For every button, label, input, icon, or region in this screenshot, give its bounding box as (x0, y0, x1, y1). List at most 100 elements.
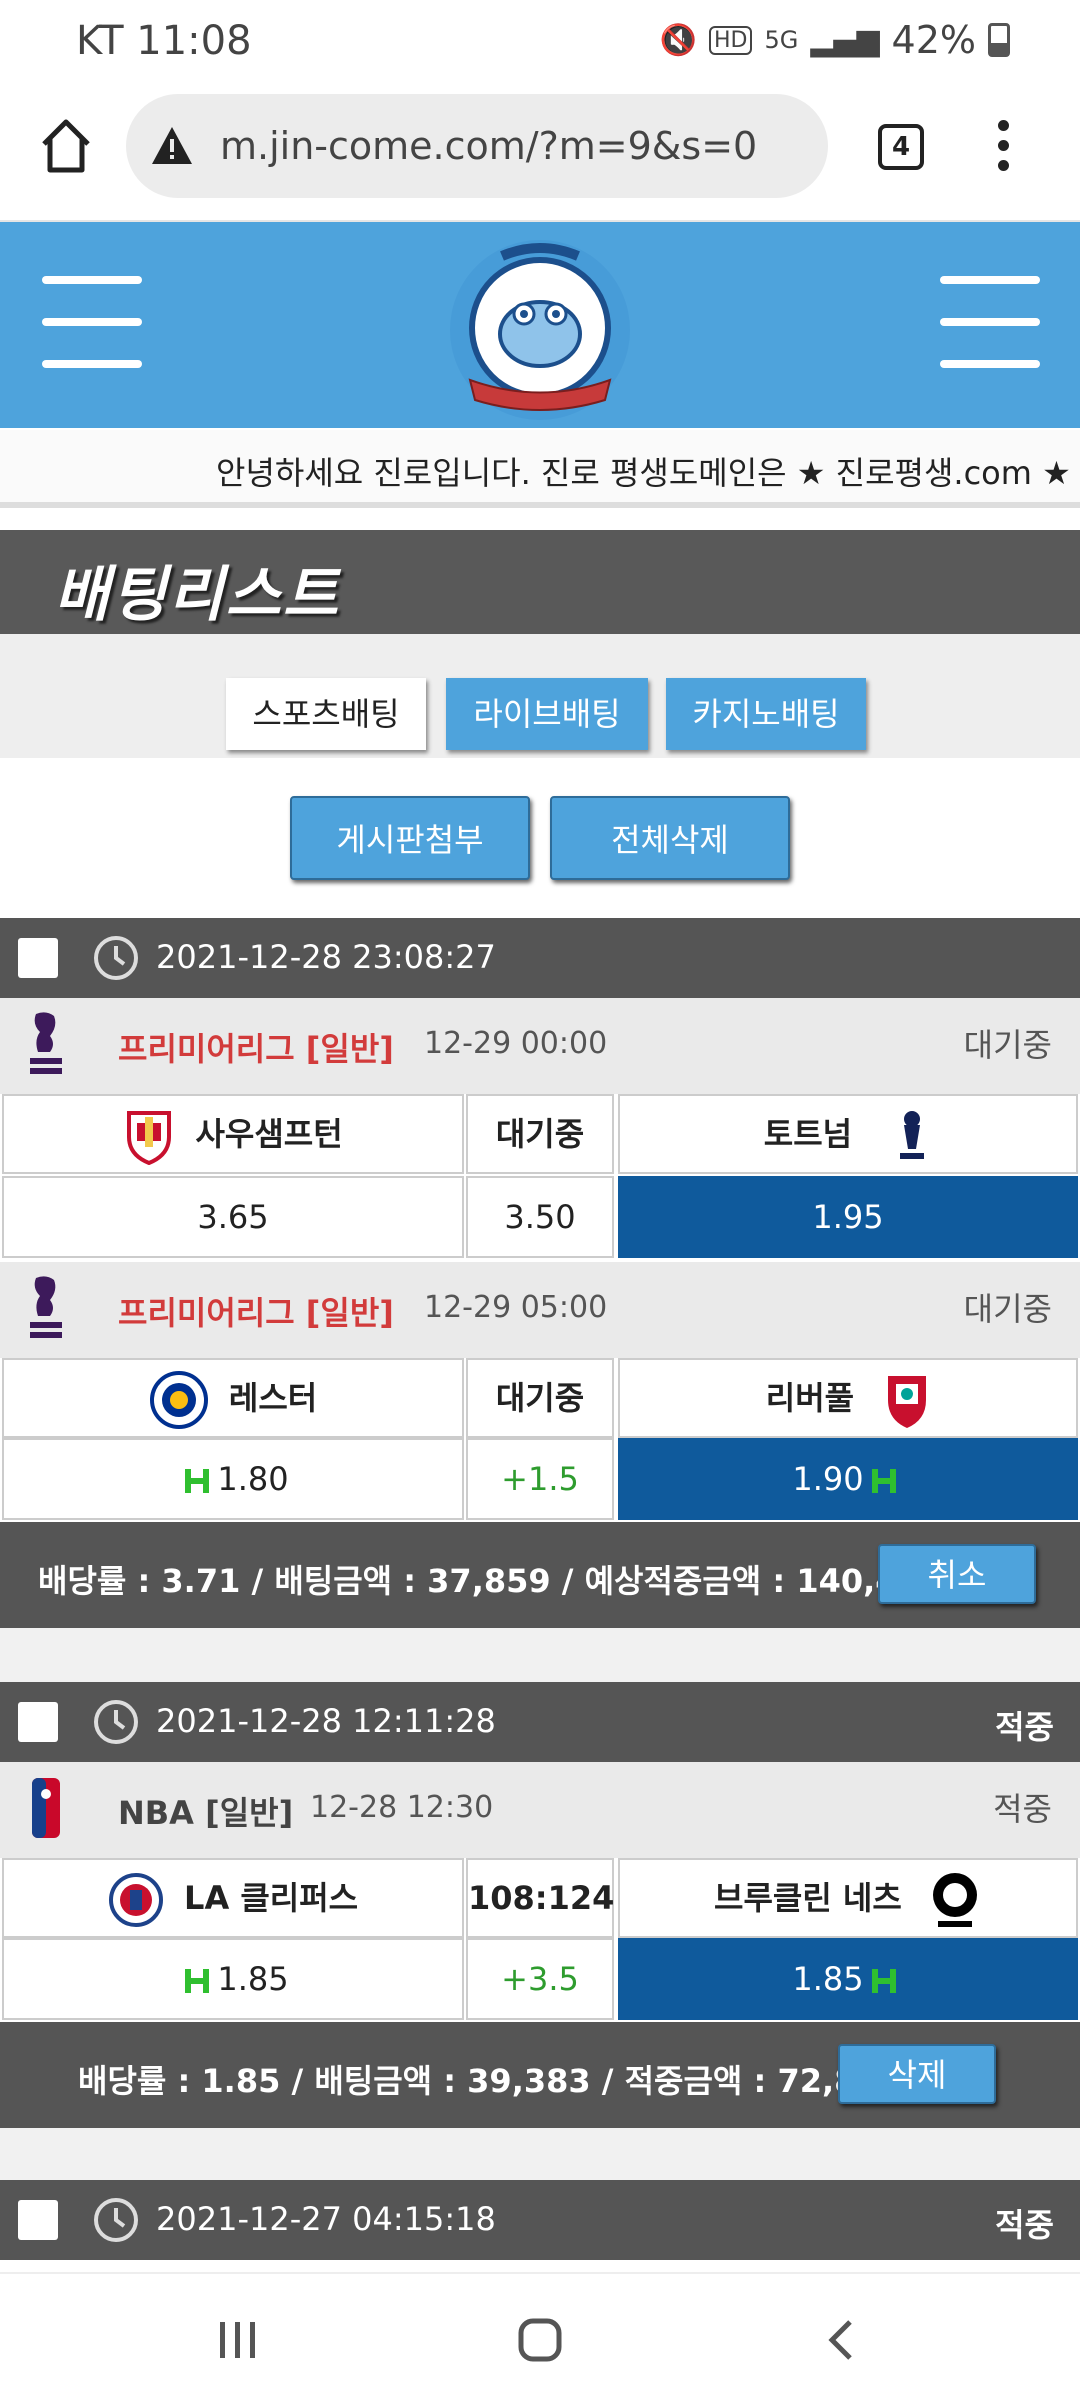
mute-icon: 🔇 (659, 22, 697, 58)
match-mid: 대기중 (495, 1379, 585, 1417)
premier-league-icon (30, 1012, 62, 1074)
jinro-logo[interactable] (440, 230, 640, 426)
bet-summary: 배당률 : 1.85 / 배팅금액 : 39,383 / 적중금액 : 72,8… (0, 2022, 1080, 2128)
bet-datetime: 2021-12-28 23:08:27 (156, 938, 496, 976)
notice-marquee: 안녕하세요 진로입니다. 진로 평생도메인은 ★ 진로평생.com ★ 입 (0, 430, 1080, 508)
bet-summary-text: 배당률 : 3.71 / 배팅금액 : 37,859 / 예상적중금액 : 14… (38, 1562, 943, 1600)
match-mid-cell: 대기중 (466, 1358, 614, 1438)
handicap-icon (185, 1469, 210, 1493)
premier-league-icon (30, 1276, 62, 1338)
bet-datetime: 2021-12-28 12:11:28 (156, 1702, 496, 1740)
handicap-icon (871, 1469, 896, 1493)
liverpool-crest-icon (888, 1376, 927, 1428)
bet-header: 2021-12-27 04:15:18 적중 (0, 2180, 1080, 2260)
southampton-crest-icon (127, 1111, 172, 1166)
carrier-time: KT 11:08 (76, 18, 252, 64)
page-title-bar: 배팅리스트 (0, 530, 1080, 634)
battery-percent: 42% (891, 18, 976, 62)
site-header (0, 222, 1080, 428)
bet-checkbox[interactable] (18, 2200, 58, 2240)
odd-home-cell[interactable]: 1.80 (2, 1438, 464, 1520)
away-team-cell: 리버풀 (618, 1358, 1078, 1438)
home-team-cell: 사우샘프턴 (2, 1094, 464, 1174)
match-score: 108:124 (468, 1879, 615, 1917)
bet-checkbox[interactable] (18, 1702, 58, 1742)
5g-icon: 5G (764, 26, 799, 54)
away-team: 토트넘 (763, 1115, 853, 1153)
clock-icon (94, 2198, 138, 2242)
battery-icon (988, 23, 1010, 57)
cancel-bet-button[interactable]: 취소 (878, 1544, 1036, 1604)
left-menu-icon[interactable] (42, 276, 142, 368)
browser-toolbar: m.jin-come.com/?m=9&s=0 4 (0, 88, 1080, 222)
league-name: NBA [일반] (118, 1794, 294, 1832)
tab-sports[interactable]: 스포츠배팅 (226, 678, 426, 750)
bet-header: 2021-12-28 12:11:28 적중 (0, 1682, 1080, 1762)
odd-draw[interactable]: 3.50 (466, 1176, 614, 1258)
leicester-crest-icon (149, 1371, 208, 1429)
home-team-cell: 레스터 (2, 1358, 464, 1438)
match-mid-cell: 대기중 (466, 1094, 614, 1174)
url-text[interactable]: m.jin-come.com/?m=9&s=0 (220, 124, 757, 168)
odd-away-selected-cell[interactable]: 1.85 (618, 1938, 1078, 2020)
odd-home[interactable]: 3.65 (2, 1176, 464, 1258)
odd-home-cell[interactable]: 1.85 (2, 1938, 464, 2020)
clippers-logo-icon (108, 1873, 163, 1927)
handicap-value[interactable]: +1.5 (466, 1438, 614, 1520)
home-icon[interactable] (38, 116, 94, 176)
page-title: 배팅리스트 (54, 560, 340, 630)
league-row: NBA [일반] 12-28 12:30 적중 (0, 1762, 1080, 1858)
match-mid: 대기중 (495, 1115, 585, 1153)
league-row: 프리미어리그 [일반] 12-29 00:00 대기중 (0, 998, 1080, 1094)
away-team: 리버풀 (765, 1379, 855, 1417)
right-menu-icon[interactable] (940, 276, 1040, 368)
bet-status: 적중 (995, 1708, 1054, 1746)
handicap-icon (185, 1969, 210, 1993)
delete-bet-button[interactable]: 삭제 (838, 2044, 996, 2104)
notice-text: 안녕하세요 진로입니다. 진로 평생도메인은 ★ 진로평생.com ★ 입 (216, 454, 1080, 492)
bet-checkbox[interactable] (18, 938, 58, 978)
tab-casino[interactable]: 카지노배팅 (666, 678, 866, 750)
away-team-cell: 토트넘 (618, 1094, 1078, 1174)
match-time: 12-29 00:00 (424, 1026, 608, 1061)
tab-switcher-button[interactable]: 4 (878, 124, 924, 170)
clock-icon (94, 1700, 138, 1744)
status-bar: KT 11:08 🔇 HD 5G ▂▄▆ 42% (0, 0, 1080, 88)
league-row: 프리미어리그 [일반] 12-29 05:00 대기중 (0, 1262, 1080, 1358)
odd-away: 1.90 (792, 1460, 864, 1498)
bet-spacer (0, 1628, 1080, 1682)
home-team: 레스터 (228, 1379, 318, 1417)
league-name: 프리미어리그 [일반] (118, 1030, 394, 1068)
bet-spacer (0, 2128, 1080, 2180)
bet-type-tabs: 스포츠배팅 라이브배팅 카지노배팅 (0, 634, 1080, 758)
warning-icon[interactable] (150, 124, 194, 168)
browser-menu-icon[interactable] (996, 120, 1012, 176)
recent-apps-icon[interactable] (216, 2318, 260, 2362)
back-icon[interactable] (822, 2316, 862, 2364)
away-team-cell: 브루클린 네츠 (618, 1858, 1078, 1938)
match-time: 12-28 12:30 (310, 1790, 494, 1825)
hd-icon: HD (708, 25, 753, 55)
home-team-cell: LA 클리퍼스 (2, 1858, 464, 1938)
signal-icon: ▂▄▆ (810, 22, 880, 58)
match-state: 대기중 (963, 1026, 1052, 1064)
delete-all-button[interactable]: 전체삭제 (550, 796, 790, 880)
bet-summary-text: 배당률 : 1.85 / 배팅금액 : 39,383 / 적중금액 : 72,8… (78, 2062, 901, 2100)
android-nav-bar (0, 2272, 1080, 2400)
bet-summary: 배당률 : 3.71 / 배팅금액 : 37,859 / 예상적중금액 : 14… (0, 1522, 1080, 1628)
home-nav-icon[interactable] (516, 2316, 564, 2364)
odd-away: 1.85 (792, 1960, 864, 1998)
odd-away-selected[interactable]: 1.95 (618, 1176, 1078, 1258)
tab-live[interactable]: 라이브배팅 (446, 678, 648, 750)
odd-home: 1.80 (217, 1460, 289, 1498)
home-team: LA 클리퍼스 (184, 1879, 359, 1917)
nets-logo-icon (932, 1873, 977, 1927)
odd-away-selected-cell[interactable]: 1.90 (618, 1438, 1078, 1520)
status-icons: 🔇 HD 5G ▂▄▆ 42% (660, 18, 1010, 62)
bet-status: 적중 (995, 2206, 1054, 2244)
handicap-value[interactable]: +3.5 (466, 1938, 614, 2020)
attach-board-button[interactable]: 게시판첨부 (290, 796, 530, 880)
match-time: 12-29 05:00 (424, 1290, 608, 1325)
match-state: 적중 (993, 1790, 1052, 1828)
bet-header: 2021-12-28 23:08:27 (0, 918, 1080, 998)
